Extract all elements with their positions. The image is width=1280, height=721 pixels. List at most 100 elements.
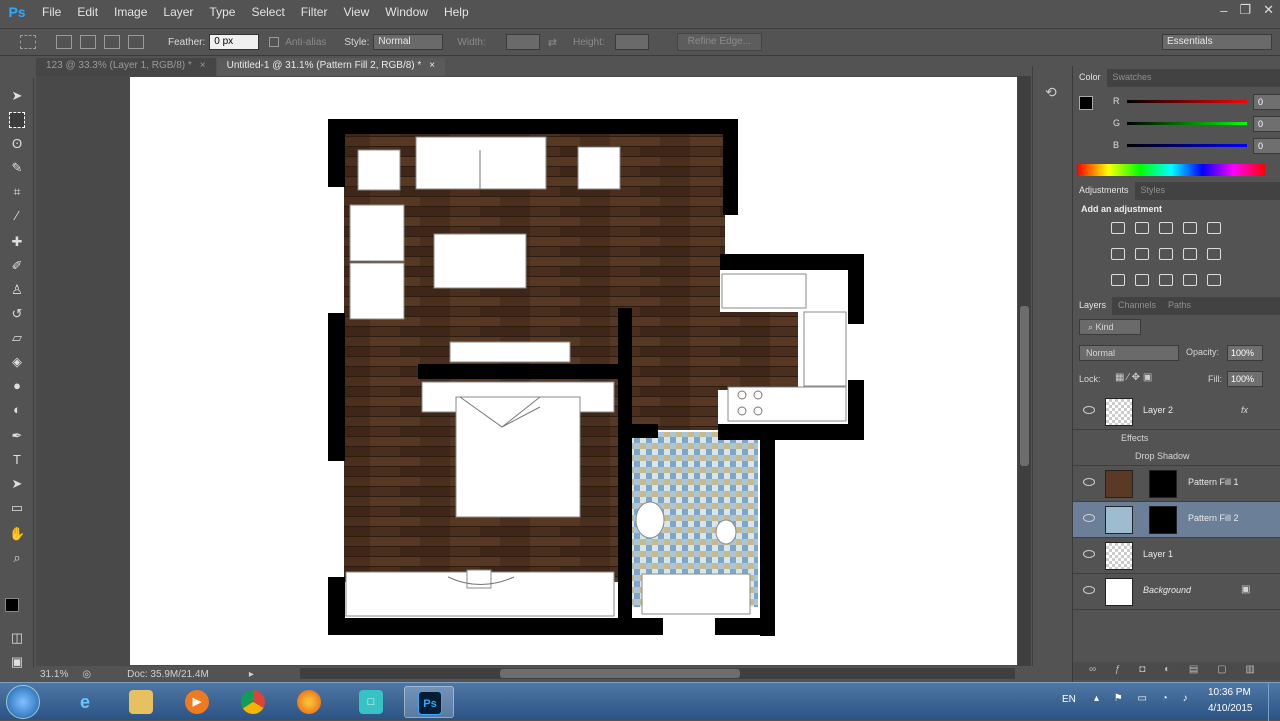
eraser-tool-icon[interactable]: ▱ xyxy=(9,330,25,346)
effects-label[interactable]: Effects xyxy=(1121,433,1148,443)
color-balance-icon[interactable] xyxy=(1135,248,1149,260)
rectangle-tool-icon[interactable]: ▭ xyxy=(9,500,25,516)
layer-row-layer-1[interactable]: Layer 1 xyxy=(1073,538,1280,574)
menu-file[interactable]: File xyxy=(34,5,69,19)
blue-slider[interactable]: B 0 xyxy=(1113,138,1280,158)
status-menu-icon[interactable]: ▸ xyxy=(249,669,254,680)
zoom-tool-icon[interactable]: ⌕ xyxy=(9,550,25,566)
subtract-selection-icon[interactable] xyxy=(104,35,120,49)
paint-bucket-icon[interactable]: ◈ xyxy=(9,354,25,370)
feather-input[interactable]: 0 px xyxy=(209,34,260,50)
visibility-eye-icon[interactable] xyxy=(1083,406,1095,414)
hand-tool-icon[interactable]: ✋ xyxy=(9,526,25,542)
vibrance-icon[interactable] xyxy=(1207,222,1221,234)
type-tool-icon[interactable]: T xyxy=(9,452,25,468)
menu-select[interactable]: Select xyxy=(243,5,292,19)
taskbar-photoshop[interactable]: Ps xyxy=(404,686,454,718)
taskbar-chat[interactable]: □ xyxy=(346,686,396,718)
photo-filter-icon[interactable] xyxy=(1183,248,1197,260)
workspace-select[interactable]: Essentials xyxy=(1162,34,1272,50)
posterize-icon[interactable] xyxy=(1135,274,1149,286)
tab-document-123[interactable]: 123 @ 33.3% (Layer 1, RGB/8) * × xyxy=(36,58,216,76)
layer-row-background[interactable]: Background ▣ xyxy=(1073,574,1280,610)
red-track[interactable] xyxy=(1127,100,1247,103)
color-spectrum-ramp[interactable] xyxy=(1077,164,1265,176)
add-selection-icon[interactable] xyxy=(80,35,96,49)
menu-help[interactable]: Help xyxy=(436,5,477,19)
taskbar-ie[interactable]: e xyxy=(60,686,110,718)
horizontal-scrollbar[interactable] xyxy=(300,668,1015,679)
move-tool-icon[interactable]: ➤ xyxy=(9,88,25,104)
taskbar-firefox[interactable] xyxy=(284,686,334,718)
green-slider[interactable]: G 0 xyxy=(1113,116,1280,136)
foreground-color-swatch[interactable] xyxy=(5,598,19,612)
screen-mode-icon[interactable]: ▣ xyxy=(9,654,25,670)
brush-tool-icon[interactable]: ✐ xyxy=(9,258,25,274)
foreground-color-swatch[interactable] xyxy=(1079,96,1093,110)
exposure-icon[interactable] xyxy=(1183,222,1197,234)
tab-adjustments[interactable]: Adjustments xyxy=(1073,182,1135,200)
curves-icon[interactable] xyxy=(1159,222,1173,234)
invert-icon[interactable] xyxy=(1111,274,1125,286)
marquee-tool-icon[interactable] xyxy=(9,112,25,128)
taskbar-media-player[interactable]: ▶ xyxy=(172,686,222,718)
horizontal-scroll-thumb[interactable] xyxy=(500,669,740,678)
show-desktop-button[interactable] xyxy=(1268,683,1280,721)
layer-row-pattern-fill-2[interactable]: Pattern Fill 2 xyxy=(1073,502,1280,538)
dodge-tool-icon[interactable]: ◐ xyxy=(9,402,25,418)
start-button[interactable] xyxy=(6,685,40,719)
clock-time[interactable]: 10:36 PM xyxy=(1208,687,1251,698)
system-tray-icons[interactable]: ▴ ⚑ ▭ ◔ ♪ xyxy=(1094,693,1194,704)
new-selection-icon[interactable] xyxy=(56,35,72,49)
quick-select-tool-icon[interactable]: ✎ xyxy=(9,160,25,176)
taskbar-explorer[interactable] xyxy=(116,686,166,718)
menu-view[interactable]: View xyxy=(335,5,377,19)
hue-saturation-icon[interactable] xyxy=(1111,248,1125,260)
intersect-selection-icon[interactable] xyxy=(128,35,144,49)
marquee-preset-icon[interactable] xyxy=(20,35,36,49)
blue-value[interactable]: 0 xyxy=(1253,138,1280,154)
minimize-icon[interactable]: – xyxy=(1220,3,1227,18)
visibility-eye-icon[interactable] xyxy=(1083,478,1095,486)
tab-document-untitled[interactable]: Untitled-1 @ 31.1% (Pattern Fill 2, RGB/… xyxy=(216,58,446,76)
fill-input[interactable]: 100% xyxy=(1227,371,1263,387)
antialias-checkbox[interactable] xyxy=(269,37,280,47)
crop-tool-icon[interactable]: ⌗ xyxy=(9,184,25,200)
close-icon[interactable]: × xyxy=(429,60,435,74)
black-white-icon[interactable] xyxy=(1159,248,1173,260)
restore-icon[interactable]: ❐ xyxy=(1239,2,1251,18)
zoom-level[interactable]: 31.1% xyxy=(40,669,68,680)
layer-filter-select[interactable]: ⌕ Kind xyxy=(1079,319,1141,335)
lock-icons[interactable]: ▦ ⁄ ✥ ▣ xyxy=(1115,372,1152,383)
close-icon[interactable]: × xyxy=(200,60,206,74)
layers-footer-icons[interactable]: ∞ ƒ ◘ ◐ ▤ ▢ ▥ xyxy=(1073,662,1280,680)
layer-row-layer-2[interactable]: Layer 2 fx xyxy=(1073,394,1280,430)
history-brush-icon[interactable]: ↺ xyxy=(9,306,25,322)
visibility-eye-icon[interactable] xyxy=(1083,550,1095,558)
close-icon[interactable]: ✕ xyxy=(1263,2,1274,18)
visibility-eye-icon[interactable] xyxy=(1083,586,1095,594)
menu-layer[interactable]: Layer xyxy=(155,5,201,19)
clone-stamp-icon[interactable]: ♙ xyxy=(9,282,25,298)
path-select-icon[interactable]: ➤ xyxy=(9,476,25,492)
tab-styles[interactable]: Styles xyxy=(1135,182,1172,200)
document-canvas[interactable] xyxy=(130,77,1017,665)
red-value[interactable]: 0 xyxy=(1253,94,1280,110)
fx-icon[interactable]: fx xyxy=(1241,405,1248,415)
height-input[interactable] xyxy=(614,34,649,50)
quick-mask-icon[interactable]: ◫ xyxy=(9,630,25,646)
menu-image[interactable]: Image xyxy=(106,5,155,19)
swap-icon[interactable]: ⇄ xyxy=(548,36,557,49)
green-track[interactable] xyxy=(1127,122,1247,125)
threshold-icon[interactable] xyxy=(1159,274,1173,286)
healing-brush-icon[interactable]: ✚ xyxy=(9,234,25,250)
levels-icon[interactable] xyxy=(1135,222,1149,234)
blue-track[interactable] xyxy=(1127,144,1247,147)
style-select[interactable]: Normal xyxy=(373,34,444,50)
language-indicator[interactable]: EN xyxy=(1062,694,1076,705)
clock-date[interactable]: 4/10/2015 xyxy=(1208,703,1253,714)
tab-swatches[interactable]: Swatches xyxy=(1107,69,1158,87)
gradient-map-icon[interactable] xyxy=(1207,274,1221,286)
tab-paths[interactable]: Paths xyxy=(1162,297,1197,315)
taskbar-chrome[interactable] xyxy=(228,686,278,718)
